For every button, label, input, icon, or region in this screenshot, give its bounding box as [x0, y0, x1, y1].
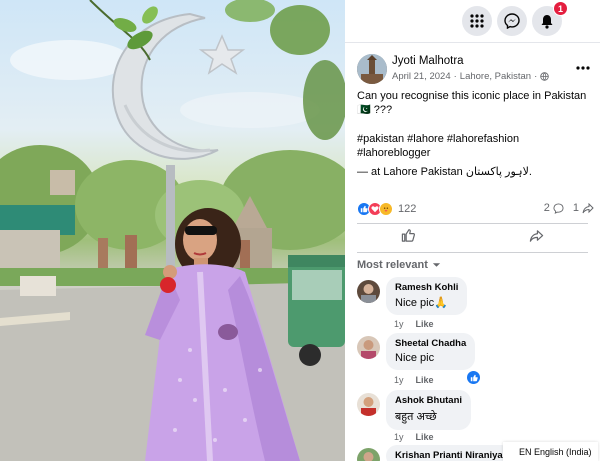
comment-like-reaction-icon[interactable]: [467, 371, 480, 384]
post-date[interactable]: April 21, 2024: [392, 71, 451, 82]
comment-like-button[interactable]: Like: [416, 319, 434, 329]
post-actions: [345, 227, 600, 249]
comment-like-button[interactable]: Like: [416, 432, 434, 442]
messenger-icon: [504, 13, 520, 29]
reaction-summary[interactable]: 122: [357, 202, 416, 216]
comment-avatar[interactable]: [357, 280, 380, 303]
comment-like-button[interactable]: Like: [416, 375, 434, 385]
post-panel: Jyoti Malhotra April 21, 2024 · Lahore, …: [345, 42, 600, 461]
comment-age[interactable]: 1y: [394, 432, 404, 442]
comment-count[interactable]: 2: [544, 202, 550, 214]
notifications-button[interactable]: 1: [532, 1, 568, 36]
checkin-place-link[interactable]: Lahore Pakistan لاہور پاکستان: [383, 166, 529, 178]
actions-divider-top: [357, 223, 588, 224]
comment-author[interactable]: Ashok Bhutani: [395, 395, 462, 406]
comment-text: Nice pic: [395, 352, 435, 364]
comment-bubble: Sheetal Chadha Nice pic: [386, 333, 476, 370]
more-dots-icon: [576, 66, 590, 70]
comment-sort-dropdown[interactable]: Most relevant: [357, 259, 441, 271]
post-author[interactable]: Jyoti Malhotra: [392, 55, 464, 67]
comment-bubble: Ashok Bhutani बहुत अच्छे: [386, 390, 472, 430]
comment-count-icon: [553, 202, 564, 214]
post-checkin: — at Lahore Pakistan لاہور پاکستان.: [357, 165, 597, 179]
caret-down-icon: [432, 263, 441, 267]
comment-text: बहुत अच्छे: [395, 411, 437, 423]
post-photo[interactable]: [0, 0, 345, 461]
photo-scene: [0, 0, 345, 461]
comment-author[interactable]: Krishan Prianti Niraniya: [395, 450, 503, 461]
menu-grid-button[interactable]: [462, 6, 492, 36]
comment-bubble: Krishan Prianti Niraniya: [386, 445, 512, 461]
bell-icon: [541, 14, 553, 29]
care-reaction-icon: [379, 202, 393, 216]
post-hashtags[interactable]: #pakistan #lahore #lahorefashion #lahore…: [357, 132, 547, 160]
comment-sort-label: Most relevant: [357, 259, 428, 271]
actions-divider-bottom: [357, 252, 588, 253]
language-selector[interactable]: EN English (India): [503, 442, 598, 461]
comment-avatar[interactable]: [357, 393, 380, 416]
comment-footer: 1y Like: [394, 319, 434, 329]
share-button[interactable]: [519, 227, 554, 250]
comment-avatar[interactable]: [357, 448, 380, 461]
comment-bubble: Ramesh Kohli Nice pic🙏: [386, 277, 468, 315]
share-arrow-icon: [529, 229, 543, 242]
share-count-icon: [582, 202, 594, 213]
comment-author[interactable]: Ramesh Kohli: [395, 282, 458, 293]
post-options-button[interactable]: [576, 57, 590, 73]
post-meta: April 21, 2024 · Lahore, Pakistan ·: [392, 71, 549, 82]
meta-separator: ·: [453, 71, 457, 82]
post-location[interactable]: Lahore, Pakistan: [460, 71, 531, 82]
comment-text: Nice pic🙏: [395, 297, 448, 309]
messenger-button[interactable]: [497, 6, 527, 36]
top-nav: 1: [345, 0, 600, 42]
comment-footer: 1y Like: [394, 432, 434, 442]
comment-avatar[interactable]: [357, 336, 380, 359]
grid-icon: [470, 14, 484, 28]
share-count[interactable]: 1: [573, 202, 579, 214]
avatar-image: [357, 54, 387, 84]
comment-author[interactable]: Sheetal Chadha: [395, 338, 466, 349]
checkin-suffix: .: [528, 166, 532, 178]
post-stats: 2 1: [544, 202, 594, 214]
notification-badge: 1: [553, 1, 568, 16]
comment-footer: 1y Like: [394, 375, 434, 385]
thumbs-up-icon: [402, 229, 416, 242]
comment-age[interactable]: 1y: [394, 319, 404, 329]
post-caption: Can you recognise this iconic place in P…: [357, 90, 587, 116]
checkin-prefix: — at: [357, 166, 384, 178]
like-button[interactable]: [391, 226, 426, 250]
meta-separator: ·: [534, 71, 538, 82]
globe-icon[interactable]: [540, 72, 549, 81]
comment-age[interactable]: 1y: [394, 375, 404, 385]
reaction-count: 122: [398, 203, 417, 215]
author-avatar[interactable]: [357, 54, 387, 84]
